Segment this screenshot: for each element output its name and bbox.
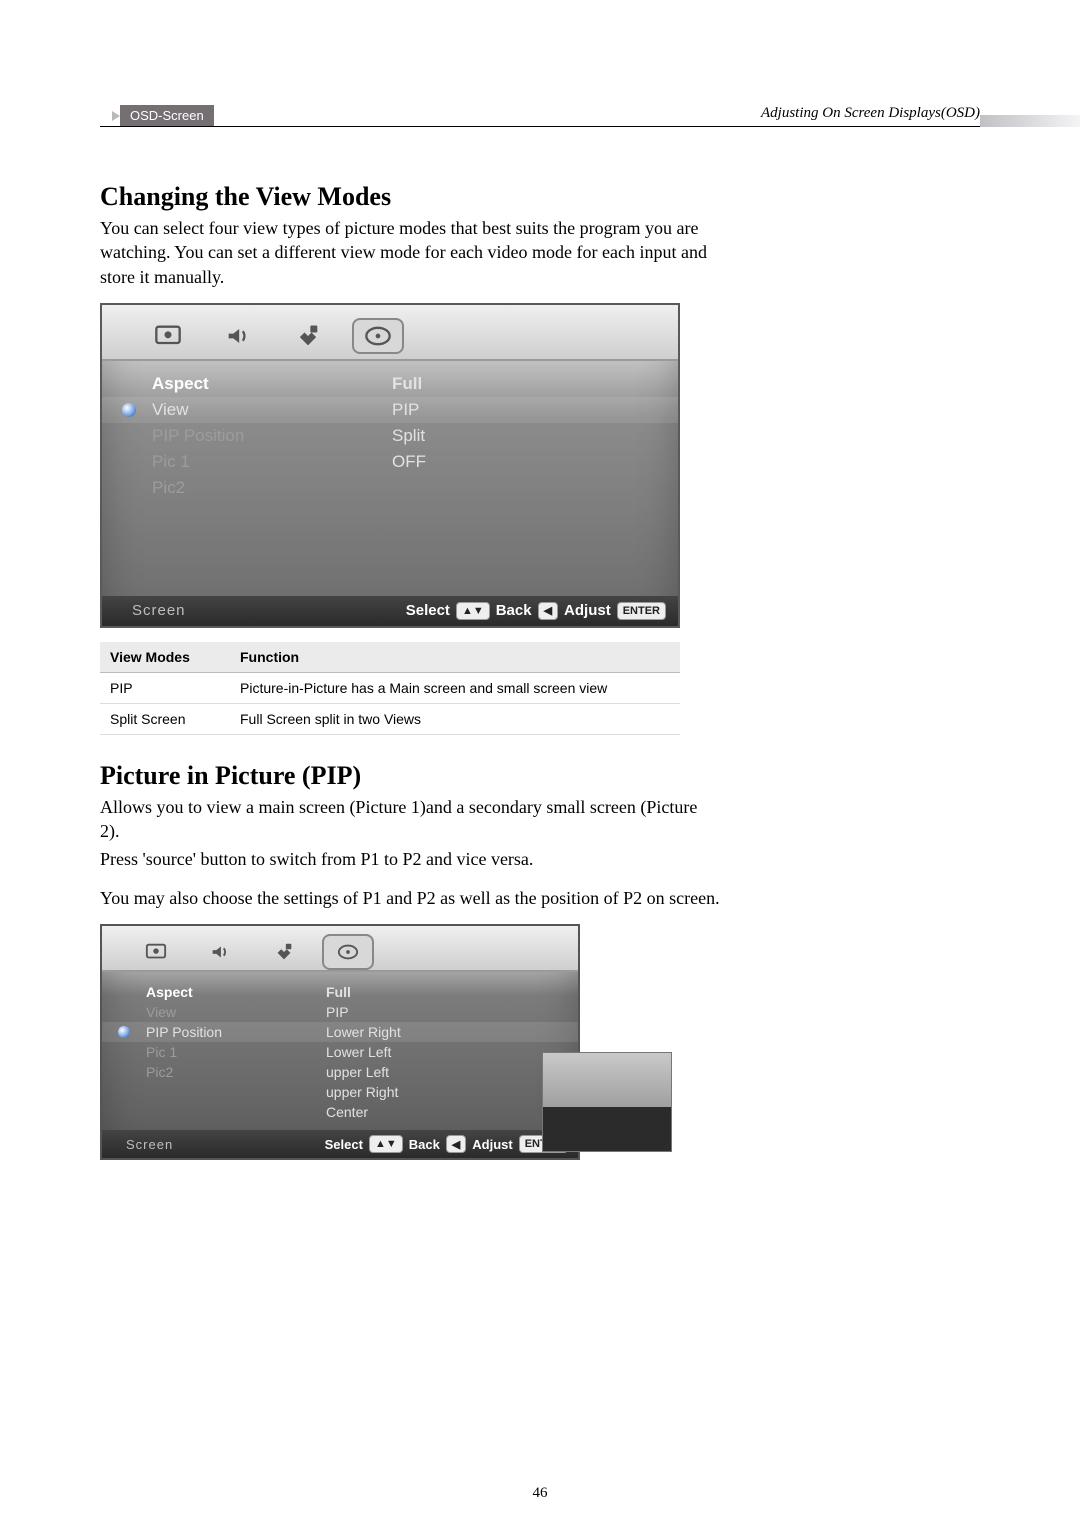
table-row: Split ScreenFull Screen split in two Vie… [100,703,680,734]
hint-back-label: Back [496,602,532,619]
key-left-icon: ◀ [538,602,558,620]
menu-row: PIP PositionLower Right [102,1022,578,1042]
osd-footer-title: Screen [132,602,186,619]
th-view-modes: View Modes [100,642,230,673]
inset-sky-icon [543,1053,671,1107]
section-title-view-modes: Changing the View Modes [100,182,980,212]
osd2-footer: Screen Select ▲▼ Back ◀ Adjust ENTER [102,1130,578,1158]
tab2-picture-icon [130,934,182,970]
key2-left-icon: ◀ [446,1135,466,1153]
osd-screenshot-pip: AspectFullViewPIPPIP PositionLower Right… [100,924,580,1160]
header-subtitle: Adjusting On Screen Displays(OSD) [761,105,980,126]
menu-row-label: Pic2 [146,1064,326,1080]
tab-audio-icon [212,318,264,354]
key-enter-icon: ENTER [617,602,666,620]
menu-row-value: PIP [326,1004,349,1020]
page-number: 46 [533,1485,548,1502]
menu-row-value: OFF [392,452,426,472]
tab2-audio-icon [194,934,246,970]
hint2-select-label: Select [325,1137,363,1152]
menu-row: AspectFull [102,371,678,397]
menu-row: AspectFull [102,982,578,1002]
hint2-adjust-label: Adjust [472,1137,512,1152]
menu-row: ViewPIP [102,1002,578,1022]
table-cell: PIP [100,672,230,703]
pip-body-2: Press 'source' button to switch from P1 … [100,847,720,871]
menu-row-value: Lower Right [326,1024,401,1040]
th-function: Function [230,642,680,673]
osd2-menu: AspectFullViewPIPPIP PositionLower Right… [102,972,578,1122]
osd2-tabs [102,926,578,972]
hint-select-label: Select [406,602,450,619]
table-header-row: View Modes Function [100,642,680,673]
pip-inset-preview [542,1052,672,1152]
menu-row: ViewPIP [102,397,678,423]
tab-picture-icon [142,318,194,354]
menu-row-label: View [146,1004,326,1020]
table-row: PIPPicture-in-Picture has a Main screen … [100,672,680,703]
pip-body-3: You may also choose the settings of P1 a… [100,886,720,910]
view-modes-table: View Modes Function PIPPicture-in-Pictur… [100,642,680,735]
osd-screenshot-view: AspectFullViewPIPPIP PositionSplitPic 1O… [100,303,680,628]
menu-row-label: Pic 1 [146,1044,326,1060]
menu-row-label: Pic 1 [152,452,392,472]
menu-row-label: Aspect [152,374,392,394]
tab2-screen-icon [322,934,374,970]
menu-row-value: Full [326,984,351,1000]
menu-row-label: View [152,400,392,420]
menu-row: Center [102,1102,578,1122]
osd2-footer-title: Screen [126,1137,173,1152]
key-updown-icon: ▲▼ [456,602,490,620]
osd-footer-hints: Select ▲▼ Back ◀ Adjust ENTER [406,602,666,620]
breadcrumb-pill: OSD-Screen [120,105,214,126]
tab-screen-icon [352,318,404,354]
menu-row-value: upper Left [326,1064,389,1080]
hint2-back-label: Back [409,1137,440,1152]
osd-screenshot-pip-wrap: AspectFullViewPIPPIP PositionLower Right… [100,924,680,1160]
inset-ground-icon [543,1107,671,1151]
menu-row-label: Pic2 [152,478,392,498]
menu-row: PIP PositionSplit [102,423,678,449]
table-cell: Split Screen [100,703,230,734]
pip-body-1: Allows you to view a main screen (Pictur… [100,795,720,844]
menu-row-value: Lower Left [326,1044,391,1060]
header-fade-icon [980,115,1080,127]
menu-row-value: Center [326,1104,368,1120]
menu-row-label: Aspect [146,984,326,1000]
menu-row-value: upper Right [326,1084,398,1100]
section-body-view-modes: You can select four view types of pictur… [100,216,720,289]
hint-adjust-label: Adjust [564,602,611,619]
section-title-pip: Picture in Picture (PIP) [100,761,980,791]
breadcrumb-bullet-icon [112,111,120,121]
menu-row-value: PIP [392,400,419,420]
menu-row-label: PIP Position [146,1024,326,1040]
menu-row: Pic2upper Left [102,1062,578,1082]
menu-row-value: Full [392,374,422,394]
table-cell: Full Screen split in two Views [230,703,680,734]
table-cell: Picture-in-Picture has a Main screen and… [230,672,680,703]
menu-row: upper Right [102,1082,578,1102]
header-subtitle-text: Adjusting On Screen Displays(OSD) [761,105,980,121]
menu-row: Pic2 [102,475,678,501]
osd-footer: Screen Select ▲▼ Back ◀ Adjust ENTER [102,596,678,626]
menu-row: Pic 1OFF [102,449,678,475]
osd-tabs [102,305,678,361]
osd2-footer-hints: Select ▲▼ Back ◀ Adjust ENTER [325,1135,568,1153]
menu-row-label: PIP Position [152,426,392,446]
menu-row: Pic 1Lower Left [102,1042,578,1062]
menu-row-value: Split [392,426,425,446]
header-bar: OSD-Screen Adjusting On Screen Displays(… [100,105,980,127]
key2-updown-icon: ▲▼ [369,1135,403,1153]
tab2-setup-icon [258,934,310,970]
osd-menu: AspectFullViewPIPPIP PositionSplitPic 1O… [102,361,678,588]
tab-setup-icon [282,318,334,354]
